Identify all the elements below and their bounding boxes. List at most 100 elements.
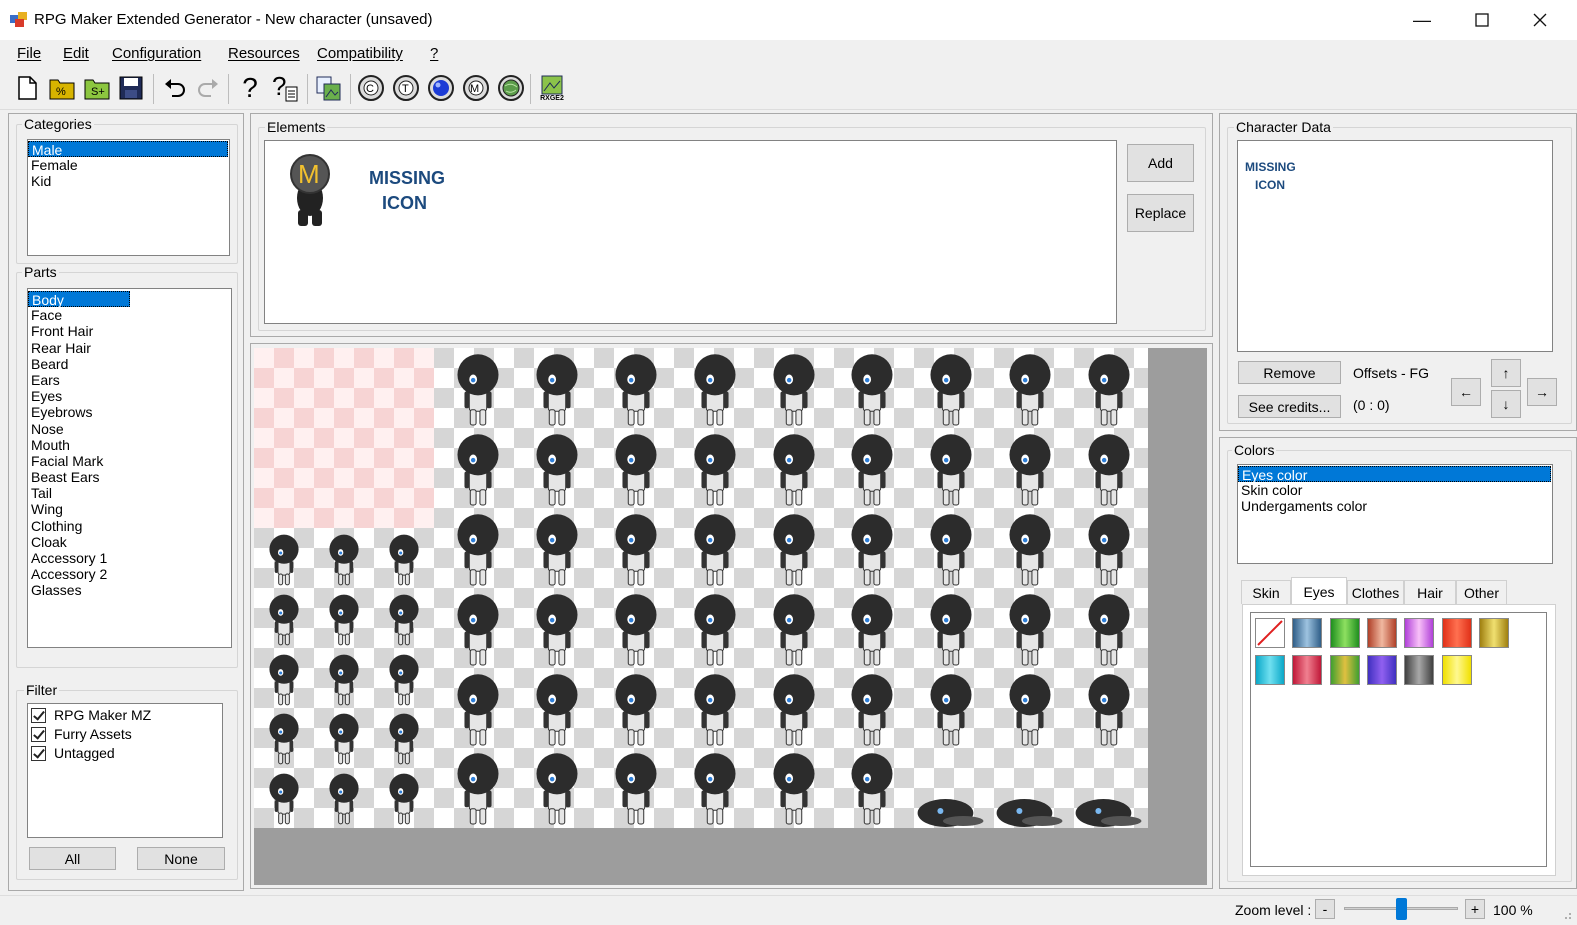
list-item-wing[interactable]: Wing	[28, 501, 231, 517]
filter-none-button[interactable]: None	[137, 847, 225, 870]
undo-button[interactable]	[160, 73, 190, 103]
add-button[interactable]: Add	[1127, 144, 1194, 182]
list-item-rear-hair[interactable]: Rear Hair	[28, 340, 231, 356]
m-circle-button[interactable]: M	[461, 73, 491, 103]
list-item-mouth[interactable]: Mouth	[28, 437, 231, 453]
offset-down-button[interactable]: ↓	[1491, 390, 1521, 418]
filter-rpg-maker-mz[interactable]: RPG Maker MZ	[31, 706, 222, 725]
checkbox[interactable]	[31, 746, 46, 761]
color-swatch[interactable]	[1329, 618, 1360, 648]
new-file-button[interactable]	[12, 73, 42, 103]
save-button[interactable]	[116, 73, 146, 103]
character-sprite	[773, 594, 815, 666]
open-generator-button[interactable]: %	[47, 73, 77, 103]
list-item-beast-ears[interactable]: Beast Ears	[28, 469, 231, 485]
checkbox[interactable]	[31, 708, 46, 723]
list-item-accessory-1[interactable]: Accessory 1	[28, 550, 231, 566]
list-item-facial-mark[interactable]: Facial Mark	[28, 453, 231, 469]
help-docs-button[interactable]: ?	[270, 73, 300, 103]
help-button[interactable]: ?	[235, 72, 265, 103]
filter-list[interactable]: RPG Maker MZ Furry Assets Untagged	[27, 703, 223, 838]
tab-eyes[interactable]: Eyes	[1291, 577, 1347, 605]
filter-furry-assets[interactable]: Furry Assets	[31, 725, 222, 744]
tab-clothes[interactable]: Clothes	[1347, 580, 1404, 604]
tab-other[interactable]: Other	[1456, 580, 1507, 604]
list-item-tail[interactable]: Tail	[28, 485, 231, 501]
color-swatch[interactable]	[1366, 655, 1397, 685]
list-item-front-hair[interactable]: Front Hair	[28, 323, 231, 339]
filter-untagged[interactable]: Untagged	[31, 744, 222, 763]
character-sprite	[615, 514, 657, 586]
world-button[interactable]	[496, 73, 526, 103]
tab-hair[interactable]: Hair	[1404, 580, 1456, 604]
character-sprite	[389, 713, 419, 765]
rxge2-button[interactable]: RXGE2	[536, 73, 568, 103]
t-circle-button[interactable]: T	[391, 73, 421, 103]
close-button[interactable]	[1511, 0, 1569, 40]
color-swatch[interactable]	[1478, 618, 1509, 648]
minimize-button[interactable]: —	[1393, 0, 1451, 40]
list-item-face[interactable]: Face	[28, 307, 231, 323]
offset-right-button[interactable]: →	[1527, 378, 1557, 406]
window-title: RPG Maker Extended Generator - New chara…	[34, 11, 433, 28]
list-item-clothing[interactable]: Clothing	[28, 518, 231, 534]
filter-all-button[interactable]: All	[29, 847, 116, 870]
see-credits-button[interactable]: See credits...	[1238, 395, 1341, 418]
menu-edit[interactable]: Edit	[63, 45, 89, 62]
zoom-slider-thumb[interactable]	[1395, 898, 1407, 920]
categories-list[interactable]: Male Female Kid	[27, 139, 230, 256]
checkbox[interactable]	[31, 727, 46, 742]
list-item-accessory-2[interactable]: Accessory 2	[28, 566, 231, 582]
status-bar	[0, 895, 1577, 925]
zoom-out-button[interactable]: -	[1315, 899, 1335, 919]
list-item-male[interactable]: Male	[28, 141, 228, 158]
character-sprite	[329, 654, 359, 706]
menu-configuration[interactable]: Configuration	[112, 45, 201, 62]
maximize-button[interactable]	[1453, 0, 1511, 40]
list-item-skin-color[interactable]: Skin color	[1238, 482, 1552, 498]
copyright-button[interactable]: C	[356, 73, 386, 103]
color-swatch[interactable]	[1404, 618, 1435, 648]
menu-help[interactable]: ?	[430, 45, 438, 62]
color-swatch[interactable]	[1255, 655, 1285, 685]
color-swatch[interactable]	[1292, 618, 1323, 648]
list-item-cloak[interactable]: Cloak	[28, 534, 231, 550]
replace-button[interactable]: Replace	[1127, 194, 1194, 232]
list-item-nose[interactable]: Nose	[28, 421, 231, 437]
remove-button[interactable]: Remove	[1238, 361, 1341, 384]
colors-list[interactable]: Eyes color Skin color Undergaments color	[1237, 464, 1553, 564]
zoom-in-button[interactable]: +	[1465, 899, 1485, 919]
menu-compatibility[interactable]: Compatibility	[317, 45, 403, 62]
list-item-body[interactable]: Body	[28, 291, 130, 308]
list-item-ears[interactable]: Ears	[28, 372, 231, 388]
offset-up-button[interactable]: ↑	[1491, 359, 1521, 387]
menu-resources[interactable]: Resources	[228, 45, 300, 62]
color-swatch[interactable]	[1292, 655, 1323, 685]
list-item-glasses[interactable]: Glasses	[28, 582, 231, 598]
list-item-eyes-color[interactable]: Eyes color	[1238, 466, 1551, 483]
list-item-female[interactable]: Female	[28, 157, 229, 173]
svg-text:%: %	[56, 86, 66, 98]
color-swatch[interactable]	[1366, 618, 1397, 648]
list-item-undergaments-color[interactable]: Undergaments color	[1238, 498, 1552, 514]
character-sprite	[457, 594, 499, 666]
redo-button[interactable]	[193, 73, 223, 103]
offset-left-button[interactable]: ←	[1451, 378, 1481, 406]
character-sprite	[536, 594, 578, 666]
tab-skin[interactable]: Skin	[1241, 580, 1291, 604]
menu-file[interactable]: File	[17, 45, 41, 62]
open-s-button[interactable]: S+	[82, 73, 112, 103]
list-item-eyes[interactable]: Eyes	[28, 388, 231, 404]
list-item-beard[interactable]: Beard	[28, 356, 231, 372]
list-item-eyebrows[interactable]: Eyebrows	[28, 404, 231, 420]
export-image-button[interactable]	[314, 73, 344, 103]
character-sprite	[615, 674, 657, 746]
color-swatch[interactable]	[1441, 655, 1472, 685]
blue-orb-button[interactable]	[426, 73, 456, 103]
color-swatch[interactable]	[1404, 655, 1435, 685]
color-swatch[interactable]	[1329, 655, 1360, 685]
list-item-kid[interactable]: Kid	[28, 173, 229, 189]
color-swatch[interactable]	[1441, 618, 1472, 648]
no-color-swatch[interactable]	[1255, 618, 1285, 648]
parts-list[interactable]: Body Face Front Hair Rear Hair Beard Ear…	[27, 288, 232, 648]
